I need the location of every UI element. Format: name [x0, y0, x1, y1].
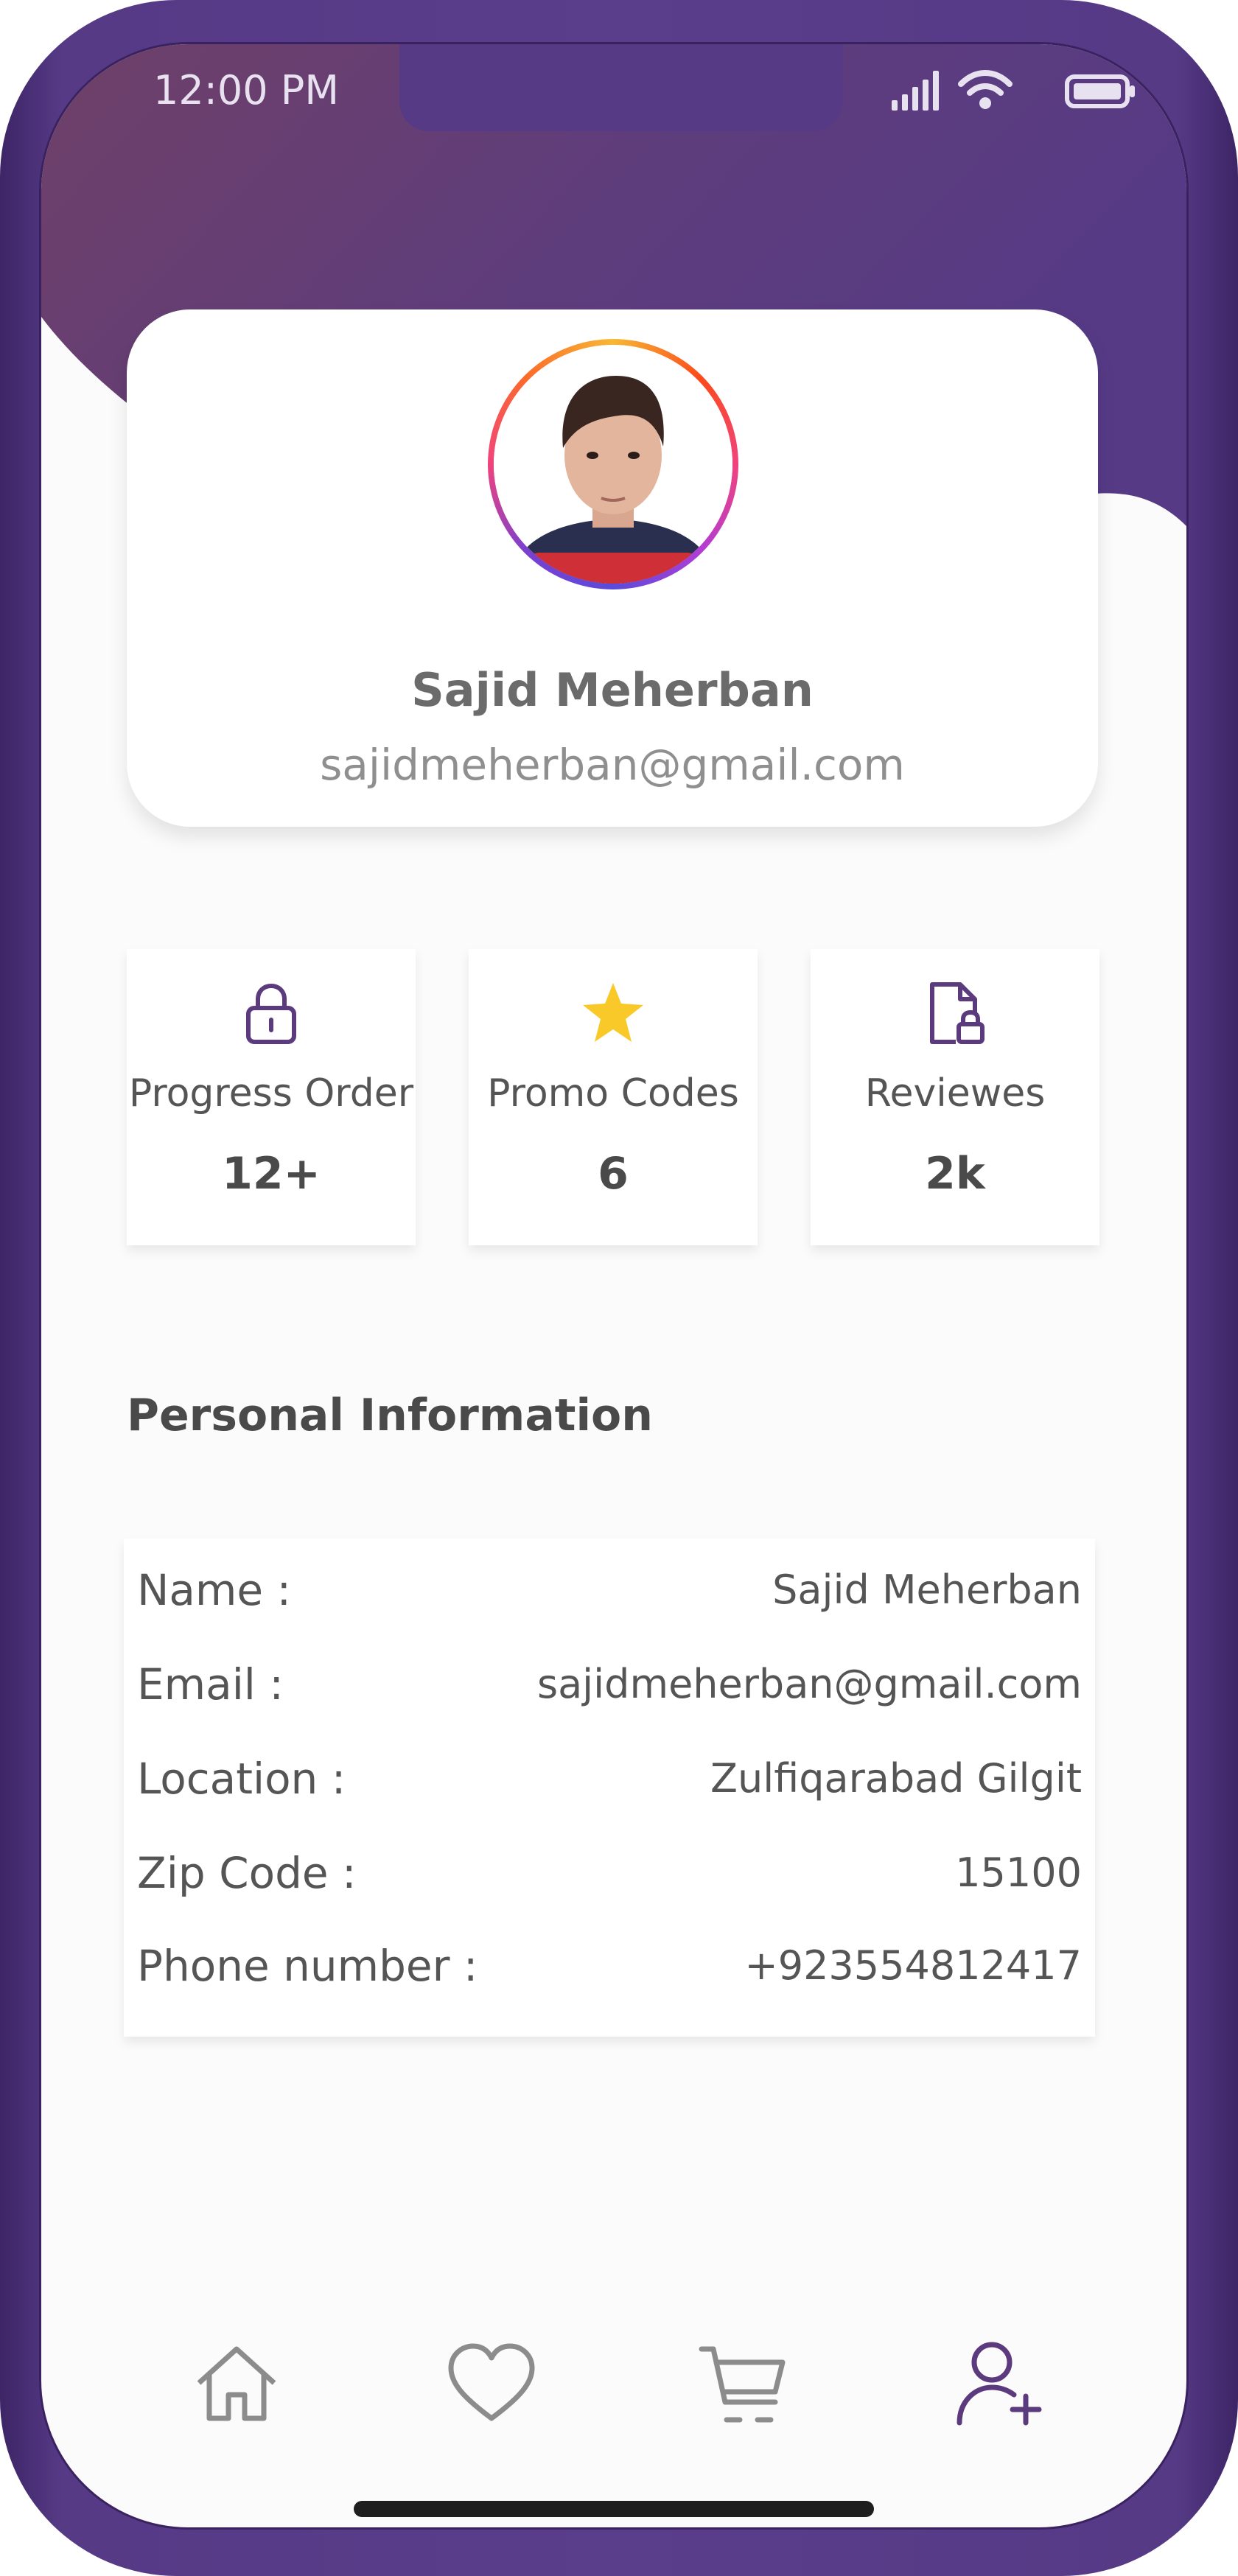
stat-value: 2k: [925, 1148, 985, 1200]
home-icon: [197, 2346, 276, 2421]
personal-info-card: Name : Sajid Meherban Email : sajidmeher…: [124, 1539, 1095, 2037]
profile-name: Sajid Meherban: [411, 663, 814, 717]
profile-email: sajidmeherban@gmail.com: [320, 740, 905, 790]
status-icons: [887, 65, 1138, 116]
nav-home[interactable]: [189, 2336, 284, 2432]
info-value: 15100: [955, 1849, 1082, 1896]
lock-icon: [246, 984, 296, 1044]
signal-icon: [892, 71, 939, 111]
info-value: +923554812417: [744, 1942, 1082, 1989]
stat-value: 12+: [222, 1148, 321, 1200]
info-label: Phone number :: [137, 1941, 478, 1991]
profile-photo: [494, 345, 732, 584]
stat-card-reviews[interactable]: Reviewes 2k: [811, 949, 1099, 1245]
info-value: Sajid Meherban: [772, 1567, 1082, 1613]
cart-icon: [699, 2346, 786, 2423]
stat-label: Reviewes: [864, 1071, 1046, 1116]
profile-card: Sajid Meherban sajidmeherban@gmail.com: [127, 309, 1098, 827]
info-row-zip-code: Zip Code : 15100: [124, 1836, 1095, 1910]
star-icon: [583, 983, 643, 1042]
add-user-icon: [957, 2342, 1042, 2426]
app-screen: 12:00 PM Sajid Meherban sajidmeherban@gm…: [41, 44, 1186, 2527]
nav-profile[interactable]: [951, 2336, 1046, 2432]
phone-frame: 12:00 PM Sajid Meherban sajidmeherban@gm…: [0, 0, 1238, 2576]
stat-card-progress-order[interactable]: Progress Order 12+: [127, 949, 416, 1245]
section-title: Personal Information: [127, 1390, 653, 1441]
stat-value: 6: [598, 1148, 629, 1200]
info-row-email: Email : sajidmeherban@gmail.com: [124, 1648, 1095, 1721]
info-row-name: Name : Sajid Meherban: [124, 1553, 1095, 1627]
locked-document-icon: [930, 982, 985, 1044]
info-label: Location :: [137, 1754, 346, 1804]
avatar[interactable]: [494, 345, 732, 584]
info-row-phone: Phone number : +923554812417: [124, 1929, 1095, 2003]
stat-label: Promo Codes: [487, 1071, 739, 1116]
stat-card-promo-codes[interactable]: Promo Codes 6: [469, 949, 758, 1245]
info-label: Name :: [137, 1565, 292, 1615]
stat-label: Progress Order: [128, 1071, 414, 1116]
nav-cart[interactable]: [696, 2336, 791, 2432]
info-value: sajidmeherban@gmail.com: [536, 1661, 1082, 1707]
info-value: Zulfiqarabad Gilgit: [710, 1755, 1082, 1802]
battery-icon: [1065, 74, 1135, 108]
status-time: 12:00 PM: [153, 67, 339, 113]
info-row-location: Location : Zulfiqarabad Gilgit: [124, 1742, 1095, 1816]
avatar-ring: [488, 339, 738, 589]
info-label: Zip Code :: [137, 1848, 357, 1898]
wifi-icon: [958, 70, 1013, 109]
nav-favorites[interactable]: [444, 2336, 539, 2432]
info-label: Email :: [137, 1659, 284, 1709]
camera-notch: [399, 44, 843, 131]
home-indicator[interactable]: [354, 2501, 874, 2517]
heart-icon: [448, 2343, 535, 2421]
